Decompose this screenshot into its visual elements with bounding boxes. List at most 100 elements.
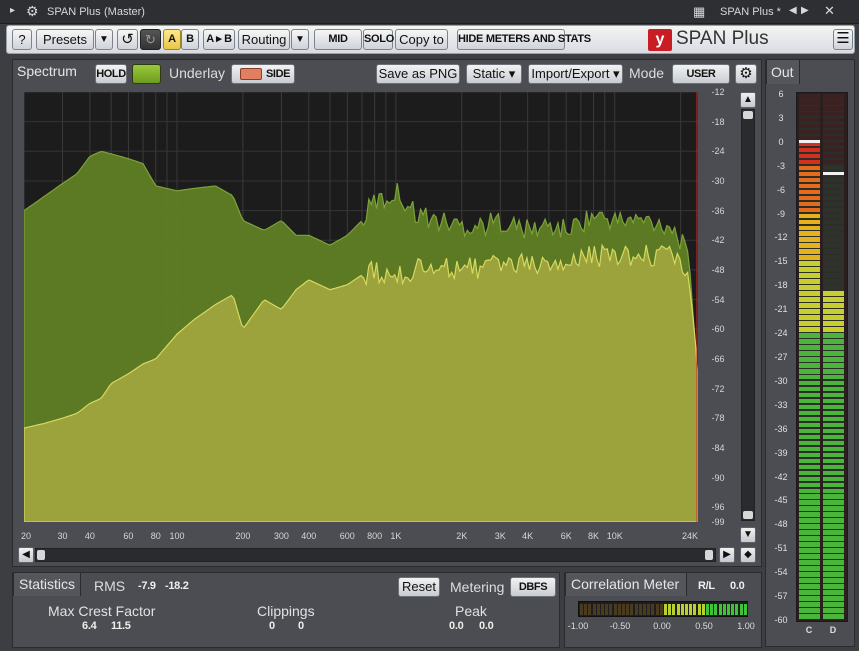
scroll-right-button[interactable]: ▶ — [719, 547, 735, 563]
meter-segment — [823, 321, 844, 326]
close-icon[interactable]: ✕ — [824, 3, 835, 19]
redo-icon[interactable]: ↻ — [140, 29, 161, 50]
out-scale-label: -57 — [774, 591, 788, 602]
horizontal-scroll-thumb-left[interactable] — [37, 550, 45, 560]
meter-segment — [823, 524, 844, 529]
horizontal-scroll-thumb-right[interactable] — [705, 550, 713, 560]
vertical-scroll-thumb-top[interactable] — [743, 111, 753, 119]
meter-peak-hold — [799, 139, 820, 143]
correlation-segment — [680, 604, 684, 615]
y-tick-label: -36 — [711, 205, 725, 216]
hold-button[interactable]: HOLD — [95, 64, 127, 84]
routing-button[interactable]: Routing — [238, 29, 290, 50]
meter-segment — [799, 542, 820, 547]
copy-a-to-b-button[interactable]: A ▸ B — [203, 29, 235, 50]
correlation-segment — [664, 604, 667, 615]
correlation-segment — [685, 604, 688, 615]
meter-segment — [799, 315, 820, 320]
meter-segment — [799, 183, 820, 189]
meter-segment — [799, 213, 820, 219]
undo-icon[interactable]: ↺ — [117, 29, 138, 50]
meter-segment — [823, 165, 844, 171]
meter-segment — [799, 386, 820, 392]
meter-segment — [823, 386, 844, 392]
meter-segment — [799, 596, 820, 601]
meter-segment — [799, 309, 820, 314]
meter-segment — [823, 285, 844, 290]
correlation-segment — [596, 604, 600, 615]
x-tick-label: 8K — [588, 531, 600, 541]
meter-segment — [823, 434, 844, 440]
meter-segment — [799, 105, 820, 111]
side-button[interactable]: SIDE — [231, 64, 295, 84]
meter-segment — [799, 303, 820, 308]
meter-segment — [823, 380, 844, 386]
y-tick-label: -99 — [711, 517, 725, 527]
correlation-segment — [727, 604, 730, 615]
vertical-scroll-thumb-bottom[interactable] — [743, 511, 753, 519]
correlation-meter-bar — [578, 601, 748, 617]
meter-segment — [799, 464, 820, 470]
meter-segment — [823, 446, 844, 452]
toolbar: ? Presets ▼ ↺ ↻ A B A ▸ B Routing ▼ MID … — [6, 25, 855, 54]
settings-gear-icon[interactable]: ⚙ — [735, 64, 757, 84]
import-export-dropdown[interactable]: Import/Export ▾ — [528, 64, 623, 84]
routing-menu-button[interactable]: ▼ — [291, 29, 309, 50]
rms-label: RMS — [94, 578, 126, 594]
preset-b-button[interactable]: B — [181, 29, 199, 50]
scroll-up-button[interactable]: ▲ — [740, 92, 756, 108]
meter-segment — [823, 273, 844, 278]
gear-icon[interactable]: ⚙ — [26, 3, 39, 20]
reset-zoom-button[interactable]: ◆ — [740, 547, 756, 563]
scroll-down-button[interactable]: ▼ — [740, 527, 756, 543]
meter-segment — [799, 327, 820, 332]
out-tab[interactable]: Out — [766, 59, 800, 84]
hide-meters-button[interactable]: HIDE METERS AND STATS — [457, 29, 591, 50]
metering-selector[interactable]: DBFS — [510, 577, 556, 597]
y-tick-label: -30 — [711, 175, 725, 186]
correlation-tab[interactable]: Correlation Meter — [565, 572, 687, 596]
spectrum-y-axis: -12 -18 -24 -30 -36 -42 -48 -54 -60 -66 -72 -78 -84 -… — [704, 87, 732, 527]
track-name: (Master) — [104, 6, 145, 18]
help-button[interactable]: ? — [12, 29, 32, 50]
correlation-tick-label: -1.00 — [567, 621, 589, 631]
meter-segment — [799, 428, 820, 434]
meter-segment — [799, 99, 820, 105]
peak-label: Peak — [455, 603, 487, 619]
mode-label: Mode — [629, 65, 665, 81]
scroll-left-button[interactable]: ◀ — [18, 547, 34, 563]
presets-menu-button[interactable]: ▼ — [95, 29, 113, 50]
presets-button[interactable]: Presets — [36, 29, 94, 50]
mode-selector[interactable]: USER — [672, 64, 730, 84]
out-meter-left — [799, 94, 820, 620]
side-color-swatch — [240, 68, 262, 80]
copy-to-button[interactable]: Copy to — [395, 29, 448, 50]
prev-preset-icon[interactable]: ◀ — [789, 5, 797, 16]
preset-a-button[interactable]: A — [163, 29, 181, 50]
horizontal-scroll-track[interactable] — [35, 548, 716, 562]
hold-color-swatch[interactable] — [132, 64, 161, 84]
correlation-tick-label: 1.00 — [737, 621, 755, 631]
x-tick-label: 100 — [169, 531, 185, 541]
out-scale-label: -33 — [774, 399, 788, 410]
spectrum-plot[interactable] — [24, 92, 698, 522]
meter-segment — [823, 255, 844, 260]
meter-segment — [823, 542, 844, 547]
vertical-scroll-track[interactable] — [741, 109, 755, 521]
meter-segment — [799, 458, 820, 464]
meter-c-label: C — [805, 625, 813, 635]
out-scale-label: -3 — [776, 160, 785, 171]
solo-button[interactable]: SOLO — [363, 29, 394, 50]
expand-arrow-icon[interactable]: ▸ — [10, 5, 15, 16]
mid-button[interactable]: MID — [314, 29, 362, 50]
hamburger-menu-icon[interactable]: ☰ — [833, 29, 853, 50]
next-preset-icon[interactable]: ▶ — [801, 5, 809, 16]
save-png-button[interactable]: Save as PNG — [376, 64, 460, 84]
meter-segment — [799, 171, 820, 177]
static-dropdown[interactable]: Static ▾ — [466, 64, 522, 84]
reset-button[interactable]: Reset — [398, 577, 440, 597]
grid-icon[interactable]: ▦ — [693, 4, 705, 20]
statistics-tab[interactable]: Statistics — [13, 572, 81, 596]
meter-segment — [799, 321, 820, 326]
meter-segment — [799, 578, 820, 583]
